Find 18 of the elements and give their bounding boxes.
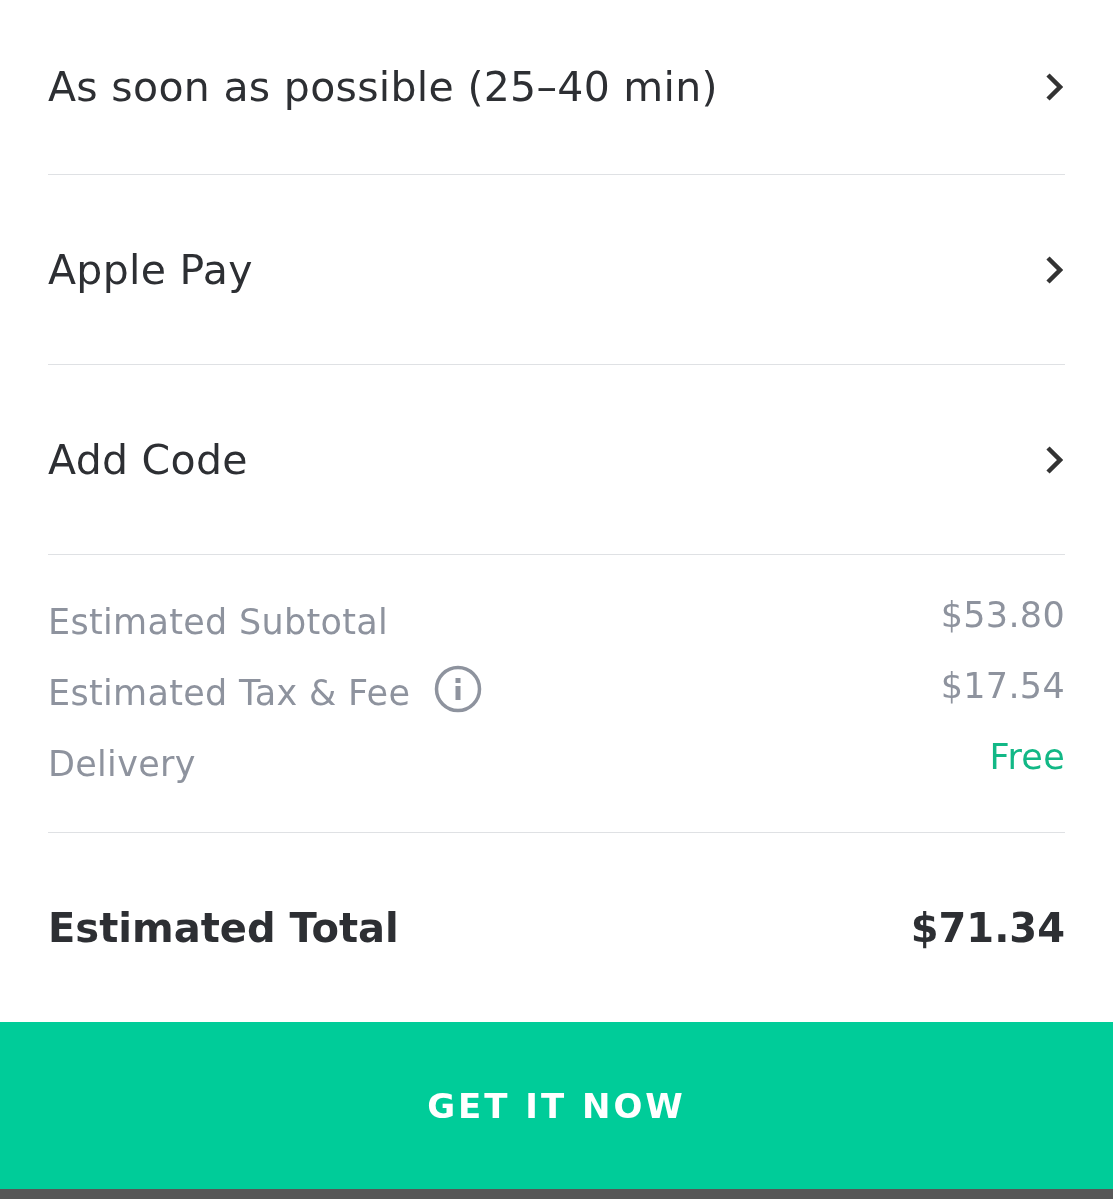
option-label: Apple Pay xyxy=(48,245,253,294)
summary-label: Estimated Tax & Fee xyxy=(48,672,411,713)
option-row[interactable]: Apple Pay xyxy=(48,175,1065,365)
summary-label: Estimated Subtotal xyxy=(48,601,388,642)
chevron-right-icon xyxy=(1045,254,1063,285)
option-row[interactable]: Add Code xyxy=(48,365,1065,555)
summary-label: Delivery xyxy=(48,743,196,784)
option-label: As soon as possible (25–40 min) xyxy=(48,63,718,111)
summary-value: $17.54 xyxy=(940,665,1065,706)
summary-value: Free xyxy=(989,736,1065,777)
option-label: Add Code xyxy=(48,435,248,484)
info-icon[interactable] xyxy=(434,664,483,713)
total-value: $71.34 xyxy=(910,904,1065,951)
total-label: Estimated Total xyxy=(48,904,399,951)
summary-value: $53.80 xyxy=(940,594,1065,635)
option-row[interactable]: As soon as possible (25–40 min) xyxy=(48,0,1065,175)
chevron-right-icon xyxy=(1045,72,1063,102)
chevron-right-icon xyxy=(1045,444,1063,475)
